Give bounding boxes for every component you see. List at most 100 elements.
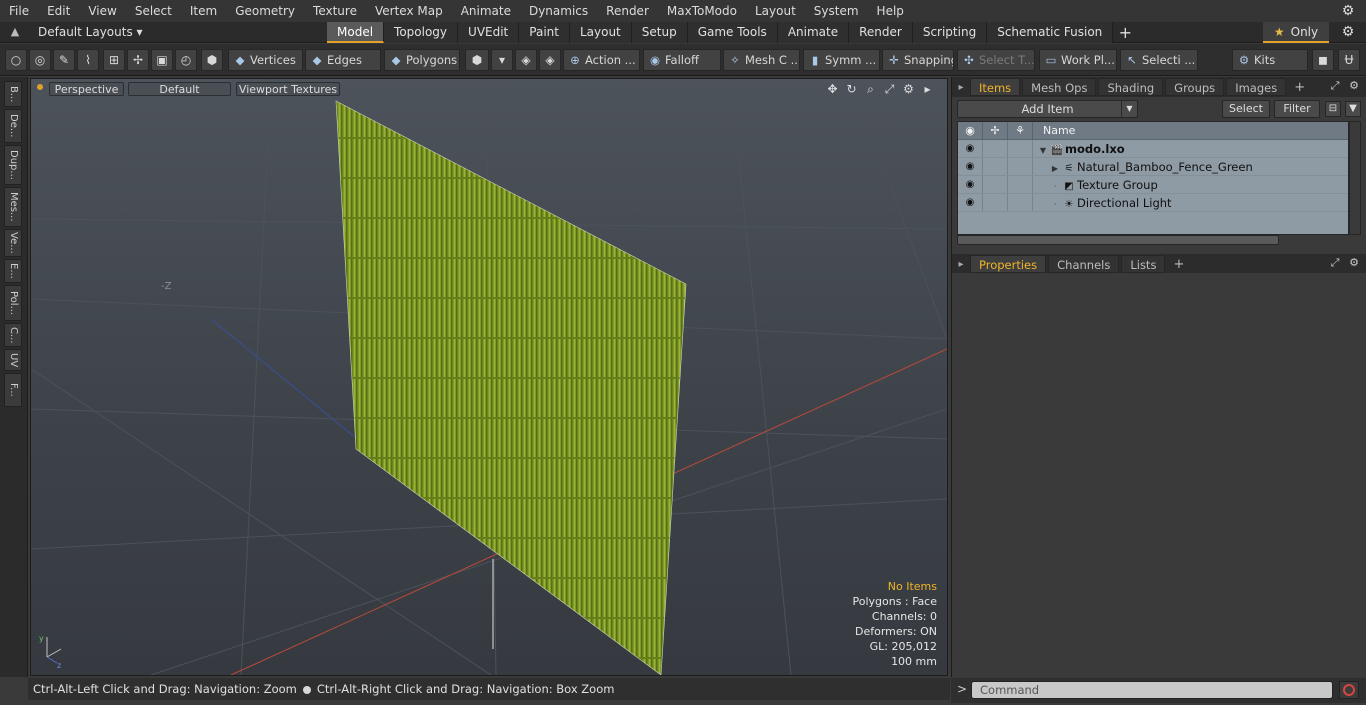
snapping-button[interactable]: ✛ Snapping <box>882 49 954 71</box>
menu-view[interactable]: View <box>79 0 125 22</box>
tool-tab-edge[interactable]: E... <box>4 259 22 283</box>
chevron-down-icon[interactable]: ▼ <box>1121 101 1137 117</box>
tab-game-tools[interactable]: Game Tools <box>687 22 778 43</box>
maximize-icon[interactable]: ⤢ <box>882 82 897 97</box>
tab-channels[interactable]: Channels <box>1048 255 1120 273</box>
tab-shading[interactable]: Shading <box>1098 78 1164 96</box>
viewport-textures-button[interactable]: Viewport Textures <box>236 82 340 96</box>
menu-help[interactable]: Help <box>868 0 913 22</box>
add-tab-icon[interactable]: + <box>1113 22 1137 43</box>
item-list-vertical-scrollbar[interactable] <box>1349 121 1361 235</box>
cube-icon[interactable]: ◼ <box>1312 49 1334 71</box>
filter-funnel-icon[interactable]: ▼ <box>1345 101 1361 117</box>
chevron-down-icon[interactable]: ▾ <box>491 49 513 71</box>
selection-sets-button[interactable]: ↖ Selecti ... <box>1120 49 1198 71</box>
list-item[interactable]: ◉ ▶ ⚟ Natural_Bamboo_Fence_Green <box>958 158 1348 176</box>
menu-texture[interactable]: Texture <box>304 0 366 22</box>
action-center-button[interactable]: ⊕ Action ... <box>563 49 640 71</box>
tab-lists[interactable]: Lists <box>1121 255 1166 273</box>
tool-tab-b[interactable]: B... <box>4 81 22 107</box>
mesh-constraint-button[interactable]: ✧ Mesh C ... <box>723 49 800 71</box>
gear-icon[interactable]: ⚙ <box>1340 3 1356 19</box>
tab-properties[interactable]: Properties <box>970 255 1047 273</box>
globe-icon[interactable]: ◎ <box>29 49 51 71</box>
edges-button[interactable]: ◆ Edges <box>305 49 381 71</box>
move-icon[interactable]: ✢ <box>127 49 149 71</box>
item-mode-icon[interactable]: ⬢ <box>201 49 223 71</box>
tab-scripting[interactable]: Scripting <box>912 22 988 43</box>
menu-edit[interactable]: Edit <box>38 0 79 22</box>
list-item[interactable]: ◉ · ◩ Texture Group <box>958 176 1348 194</box>
material-icon[interactable]: ⬢ <box>465 49 489 71</box>
zoom-icon[interactable]: ⌕ <box>863 82 878 97</box>
falloff-button[interactable]: ◉ Falloff <box>643 49 721 71</box>
viewport-menu-dot[interactable] <box>37 84 43 90</box>
list-item[interactable]: ◉ ▼ 🎬 modo.lxo <box>958 140 1348 158</box>
tab-setup[interactable]: Setup <box>631 22 688 43</box>
eye-icon[interactable]: ◉ <box>958 194 983 211</box>
brush-icon[interactable]: ⌇ <box>77 49 99 71</box>
eye-icon[interactable]: ◉ <box>958 140 983 157</box>
tab-model[interactable]: Model <box>327 22 385 43</box>
only-toggle[interactable]: ★ Only <box>1263 22 1329 43</box>
tab-layout[interactable]: Layout <box>569 22 632 43</box>
tab-mesh-ops[interactable]: Mesh Ops <box>1022 78 1097 96</box>
menu-render[interactable]: Render <box>597 0 658 22</box>
menu-dynamics[interactable]: Dynamics <box>520 0 597 22</box>
shading-mode-button[interactable]: Default <box>128 82 231 96</box>
work-plane-button[interactable]: ▭ Work Pl... <box>1039 49 1117 71</box>
eye-icon[interactable]: ◉ <box>958 158 983 175</box>
gear-icon[interactable]: ⚙ <box>1347 79 1361 93</box>
menu-system[interactable]: System <box>805 0 868 22</box>
symmetry-button[interactable]: ▮ Symm ... <box>803 49 880 71</box>
tab-images[interactable]: Images <box>1226 78 1287 96</box>
maximize-icon[interactable]: ⤢ <box>1328 79 1342 93</box>
add-tab-icon[interactable]: + <box>1167 257 1190 272</box>
menu-item[interactable]: Item <box>181 0 226 22</box>
tool-tab-fusion[interactable]: F... <box>4 373 22 407</box>
gear-icon[interactable]: ⚙ <box>1340 24 1356 40</box>
kits-button[interactable]: ⚙ Kits <box>1232 49 1308 71</box>
tool-tab-deform[interactable]: De... <box>4 109 22 143</box>
add-tab-icon[interactable]: + <box>1288 80 1311 95</box>
maximize-icon[interactable]: ⤢ <box>1328 256 1342 270</box>
visibility-column-icon[interactable]: ◉ <box>958 122 983 139</box>
filter-button[interactable]: Filter <box>1274 100 1320 118</box>
tab-paint[interactable]: Paint <box>519 22 570 43</box>
transform-icon[interactable]: ⊞ <box>103 49 125 71</box>
play-arrow-icon[interactable]: ▸ <box>920 82 935 97</box>
tool-tab-mesh[interactable]: Mes... <box>4 187 22 227</box>
3d-viewport[interactable]: Perspective Default Viewport Textures ✥ … <box>30 78 948 676</box>
tool-tab-duplicate[interactable]: Dup... <box>4 145 22 185</box>
unreal-icon[interactable]: Ʉ <box>1338 49 1360 71</box>
item-list-horizontal-scrollbar[interactable] <box>957 235 1279 245</box>
menu-layout[interactable]: Layout <box>746 0 805 22</box>
circle-select-icon[interactable]: ○ <box>5 49 27 71</box>
tab-groups[interactable]: Groups <box>1165 78 1225 96</box>
record-macro-button[interactable] <box>1339 681 1359 699</box>
rotate-icon[interactable]: ◴ <box>175 49 197 71</box>
tab-items[interactable]: Items <box>970 78 1021 96</box>
menu-geometry[interactable]: Geometry <box>226 0 304 22</box>
menu-select[interactable]: Select <box>126 0 181 22</box>
rotate-view-icon[interactable]: ↻ <box>844 82 859 97</box>
menu-file[interactable]: File <box>0 0 38 22</box>
tab-schematic-fusion[interactable]: Schematic Fusion <box>987 22 1114 43</box>
layout-menu-icon[interactable]: ▲ <box>8 25 22 39</box>
gear-icon[interactable]: ⚙ <box>901 82 916 97</box>
type-column-icon[interactable]: ⚘ <box>1008 122 1033 139</box>
pan-icon[interactable]: ✥ <box>825 82 840 97</box>
shield-icon[interactable]: ◈ <box>515 49 537 71</box>
menu-vertex-map[interactable]: Vertex Map <box>366 0 452 22</box>
tab-topology[interactable]: Topology <box>384 22 459 43</box>
menu-animate[interactable]: Animate <box>452 0 520 22</box>
gear-icon[interactable]: ⚙ <box>1347 256 1361 270</box>
polygons-button[interactable]: ◆ Polygons <box>384 49 460 71</box>
collapse-icon[interactable]: ⊟ <box>1325 101 1341 117</box>
tool-tab-polygon[interactable]: Pol... <box>4 285 22 321</box>
add-item-button[interactable]: Add Item ▼ <box>957 100 1138 118</box>
pen-icon[interactable]: ✎ <box>53 49 75 71</box>
panel-menu-icon[interactable]: ▸ <box>952 82 970 93</box>
panel-menu-icon[interactable]: ▸ <box>952 259 970 270</box>
list-item[interactable]: ◉ · ☀ Directional Light <box>958 194 1348 212</box>
